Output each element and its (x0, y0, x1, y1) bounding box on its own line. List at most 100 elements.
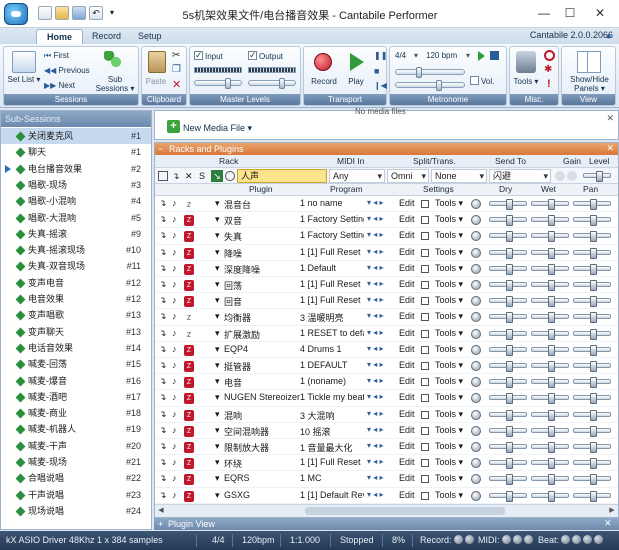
plugin-program[interactable]: 3 大混响 (300, 409, 364, 422)
metronome-play-icon[interactable] (478, 51, 485, 61)
plugin-edit-button[interactable]: Edit (399, 214, 415, 224)
plugin-program[interactable]: 1 [1] Full Reset (300, 457, 364, 467)
program-nav-icon[interactable]: ▾ ◂ ▸ (367, 409, 384, 418)
plugin-midi-icon[interactable]: ♪ (172, 311, 177, 321)
plugin-dry-slider[interactable] (489, 280, 527, 291)
plugin-tools-button[interactable]: Tools ▾ (435, 457, 463, 468)
plugin-row[interactable]: ↴ ♪ Z ▾ 限制放大器 1 音量最大化 ▾ ◂ ▸ Edit Tools ▾ (155, 439, 618, 456)
plugin-gain-knob[interactable] (471, 344, 481, 355)
plugin-midi-icon[interactable]: ♪ (172, 279, 177, 289)
plugin-midi-icon[interactable]: ♪ (172, 425, 177, 435)
plugin-pan-slider[interactable] (573, 458, 611, 470)
plugin-settings-icon[interactable] (421, 475, 429, 484)
plugin-power-icon[interactable]: Z (184, 263, 194, 275)
plugin-pan-slider[interactable] (573, 442, 611, 453)
plugin-wet-slider[interactable] (531, 247, 569, 259)
rack-level-slider[interactable] (583, 171, 611, 182)
sub-session-item[interactable]: 现场说唱 #24 (1, 503, 151, 519)
plugin-power-icon[interactable]: Z (184, 231, 194, 243)
plugin-name[interactable]: 失真 (224, 230, 300, 243)
plugin-pan-slider[interactable] (573, 328, 611, 340)
plugin-name[interactable]: NUGEN Stereoizer (224, 392, 300, 402)
plugin-edit-button[interactable]: Edit (399, 473, 415, 483)
plugin-pan-slider[interactable] (573, 231, 611, 243)
sub-session-item[interactable]: 失真-摇滚现场 #10 (1, 242, 151, 258)
plugin-dry-slider[interactable] (489, 199, 527, 210)
program-nav-icon[interactable]: ▾ ◂ ▸ (367, 295, 384, 304)
plugin-program[interactable]: 1 RESET to default (300, 328, 364, 338)
plugin-power-icon[interactable]: Z (184, 425, 194, 437)
plugin-route-icon[interactable]: ↴ (159, 328, 167, 339)
close-button[interactable]: ✕ (588, 4, 612, 22)
plugin-wet-slider[interactable] (531, 328, 569, 340)
plugin-wet-slider[interactable] (531, 312, 569, 324)
vol-checkbox[interactable]: Vol. (470, 76, 494, 88)
plugin-wet-slider[interactable] (531, 442, 569, 453)
plugin-power-icon[interactable]: Z (184, 458, 194, 470)
plugin-tools-button[interactable]: Tools ▾ (435, 473, 463, 484)
plugin-pan-slider[interactable] (573, 280, 611, 291)
program-nav-icon[interactable]: ▾ ◂ ▸ (367, 344, 384, 353)
plugin-program[interactable]: 1 DEFAULT (300, 360, 364, 370)
first-button[interactable]: ⏮ First (44, 50, 69, 62)
plugin-route-icon[interactable]: ↴ (159, 360, 167, 371)
plugin-row[interactable]: ↴ ♪ Z ▾ 环绕 1 [1] Full Reset ▾ ◂ ▸ Edit Tools ▾ (155, 455, 618, 472)
plugin-dropdown-icon[interactable]: ▾ (215, 392, 220, 403)
plugin-dry-slider[interactable] (489, 344, 527, 356)
plugin-program[interactable]: 1 [1] Default Reverb (300, 490, 364, 500)
paste-button[interactable]: Paste (144, 77, 168, 86)
sub-session-item[interactable]: 喊麦-干声 #20 (1, 438, 151, 454)
plugin-dropdown-icon[interactable]: ▾ (215, 198, 220, 209)
program-nav-icon[interactable]: ▾ ◂ ▸ (367, 490, 384, 499)
plugin-pan-slider[interactable] (573, 344, 611, 356)
plugin-name[interactable]: 双音 (224, 214, 300, 227)
plugin-midi-icon[interactable]: ♪ (172, 473, 177, 483)
rack-bypass-icon[interactable] (225, 171, 235, 181)
output-gain-slider[interactable] (248, 78, 296, 89)
plugin-program[interactable]: 1 MC (300, 473, 364, 483)
sub-session-item[interactable]: 唱歌-小混响 #4 (1, 193, 151, 209)
plugin-tools-button[interactable]: Tools ▾ (435, 441, 463, 452)
plugin-settings-icon[interactable] (421, 362, 429, 370)
plugin-gain-knob[interactable] (471, 490, 481, 501)
rewind-icon[interactable]: ❙◀ (374, 81, 387, 90)
plugin-dry-slider[interactable] (489, 409, 527, 421)
plugin-name[interactable]: 扩展激励 (224, 328, 300, 341)
plugin-power-icon[interactable]: Z (184, 215, 194, 227)
plugin-dry-slider[interactable] (489, 361, 527, 372)
plugin-name[interactable]: 电音 (224, 376, 300, 389)
plugin-program[interactable]: 1 [1] Full Reset (300, 279, 364, 289)
plugin-settings-icon[interactable] (421, 264, 429, 273)
sub-session-item[interactable]: 干声说唱 #23 (1, 487, 151, 503)
plugin-pan-slider[interactable] (573, 361, 611, 372)
program-nav-icon[interactable]: ▾ ◂ ▸ (367, 263, 384, 272)
program-nav-icon[interactable]: ▾ ◂ ▸ (367, 198, 384, 207)
plugin-name[interactable]: 混音台 (224, 198, 300, 211)
program-nav-icon[interactable]: ▾ ◂ ▸ (367, 230, 384, 239)
plugin-settings-icon[interactable] (421, 426, 429, 435)
plugin-dry-slider[interactable] (489, 231, 527, 243)
plugin-dropdown-icon[interactable]: ▾ (215, 230, 220, 241)
plugin-dry-slider[interactable] (489, 312, 527, 324)
plugin-settings-icon[interactable] (421, 443, 429, 451)
plugin-midi-icon[interactable]: ♪ (172, 198, 177, 208)
plugin-view-panel[interactable]: Plugin View (154, 518, 619, 530)
plugin-tools-button[interactable]: Tools ▾ (435, 344, 463, 355)
plugin-row[interactable]: ↴ ♪ Z ▾ 混响 3 大混响 ▾ ◂ ▸ Edit Tools ▾ (155, 407, 618, 423)
sub-session-item[interactable]: 喊麦-商业 #18 (1, 405, 151, 421)
tempo-dropdown-icon[interactable]: ▾ (466, 50, 470, 62)
plugin-settings-icon[interactable] (421, 248, 429, 257)
plugin-midi-icon[interactable]: ♪ (172, 441, 177, 451)
plugin-power-icon[interactable]: Z (184, 393, 194, 405)
plugin-dropdown-icon[interactable]: ▾ (215, 457, 220, 468)
show-hide-panels-button[interactable]: Show/Hide Panels ▾ (564, 75, 615, 93)
sub-session-item[interactable]: 喊麦-酒吧 #17 (1, 389, 151, 405)
plugin-row[interactable]: ↴ ♪ Z ▾ 失真 1 Factory Setting ▾ ◂ ▸ Edit Tools ▾ (155, 228, 618, 245)
program-nav-icon[interactable]: ▾ ◂ ▸ (367, 247, 384, 256)
plugin-edit-button[interactable]: Edit (399, 392, 415, 402)
stop-sign-icon[interactable] (544, 50, 555, 61)
plugin-program[interactable]: 1 Factory Setting (300, 214, 364, 224)
plugin-midi-icon[interactable]: ♪ (172, 392, 177, 402)
plugin-row[interactable]: ↴ ♪ Z ▾ 双音 1 Factory Setting ▾ ◂ ▸ Edit Tools ▾ (155, 212, 618, 229)
plugin-wet-slider[interactable] (531, 215, 569, 227)
